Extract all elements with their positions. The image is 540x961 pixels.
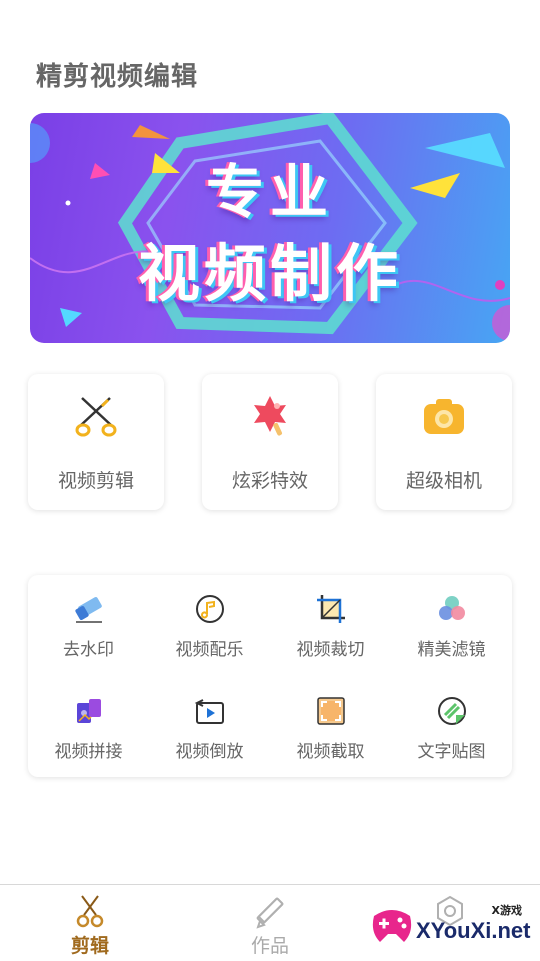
capture-frame-icon (317, 697, 345, 725)
camera-icon (424, 399, 464, 434)
tool-label: 文字贴图 (417, 742, 486, 762)
tool-merge[interactable]: 视频拼接 (28, 677, 149, 767)
tool-reverse[interactable]: 视频倒放 (149, 677, 270, 767)
crop-icon (317, 595, 345, 623)
tab-works[interactable]: 作品 (180, 885, 360, 961)
page-title: 精剪视频编辑 (36, 62, 199, 92)
popsicle-icon (254, 396, 286, 436)
filter-circles-icon (439, 596, 465, 620)
music-note-icon (196, 595, 224, 623)
tool-text-sticker[interactable]: 文字贴图 (391, 677, 512, 767)
video-edit-card[interactable]: 视频剪辑 (28, 374, 164, 510)
tool-trim[interactable]: 视频截取 (270, 677, 391, 767)
sticker-icon (438, 697, 466, 725)
tool-label: 精美滤镜 (417, 640, 486, 660)
card-label: 超级相机 (405, 470, 482, 492)
tool-label: 视频拼接 (54, 742, 123, 762)
reverse-play-icon (194, 699, 224, 724)
watermark-text: XYouXi.net (416, 918, 531, 943)
tool-label: 去水印 (63, 640, 114, 660)
effects-card[interactable]: 炫彩特效 (202, 374, 338, 510)
site-watermark: X游戏 XYouXi.net (368, 896, 538, 956)
banner-headline-top: 专业 (205, 158, 334, 226)
watermark-small-text: X游戏 (491, 904, 522, 917)
tool-label: 视频倒放 (175, 742, 244, 762)
tool-remove-watermark[interactable]: 去水印 (28, 575, 149, 665)
tool-label: 视频配乐 (175, 640, 244, 660)
card-label: 视频剪辑 (57, 470, 134, 492)
tool-music[interactable]: 视频配乐 (149, 575, 270, 665)
pencil-ruler-icon (256, 897, 284, 929)
tools-panel: 去水印 视频配乐 视频裁切 精美滤镜 视频拼接 视频倒放 视频截取 文字贴图 (28, 575, 512, 777)
promo-banner[interactable]: 专业 视频制作 (30, 113, 510, 343)
tool-label: 视频截取 (296, 742, 365, 762)
tab-label: 作品 (250, 935, 289, 957)
tool-crop[interactable]: 视频裁切 (270, 575, 391, 665)
camera-card[interactable]: 超级相机 (376, 374, 512, 510)
banner-headline-bottom: 视频制作 (137, 237, 402, 310)
tool-label: 视频裁切 (296, 640, 365, 660)
scissors-icon (75, 397, 117, 437)
scissors-icon (76, 895, 104, 928)
tab-label: 剪辑 (70, 935, 109, 957)
tab-edit[interactable]: 剪辑 (0, 885, 180, 961)
gamepad-logo-icon (372, 910, 412, 942)
puzzle-icon (77, 699, 101, 723)
card-label: 炫彩特效 (231, 470, 308, 492)
tool-filter[interactable]: 精美滤镜 (391, 575, 512, 665)
eraser-icon (75, 597, 102, 623)
